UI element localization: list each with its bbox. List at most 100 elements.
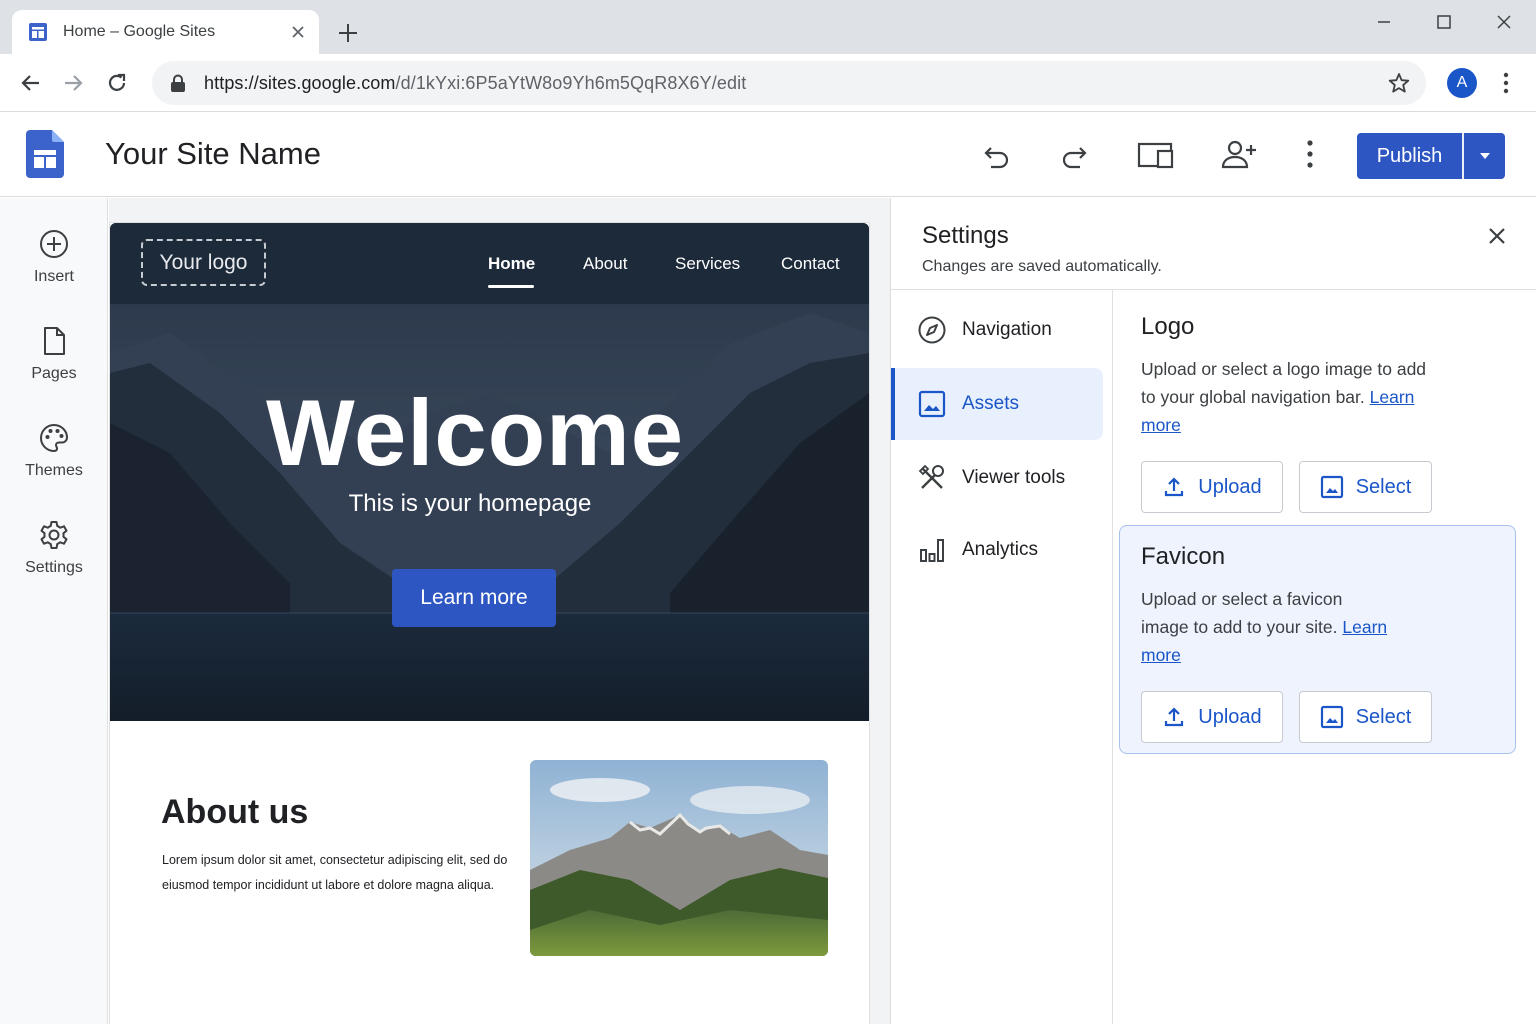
hero-learn-more-button[interactable]: Learn more: [392, 569, 556, 627]
browser-tab[interactable]: Home – Google Sites: [12, 10, 319, 54]
settings-panel: Settings Changes are saved automatically…: [890, 198, 1536, 1024]
logo-select-button[interactable]: Select: [1299, 461, 1432, 513]
undo-icon[interactable]: [978, 136, 1016, 174]
publish-button-group: Publish: [1357, 133, 1505, 179]
address-bar[interactable]: https://sites.google.com/d/1kYxi:6P5aYtW…: [152, 61, 1426, 105]
tools-icon: [918, 464, 944, 489]
browser-toolbar: https://sites.google.com/d/1kYxi:6P5aYtW…: [0, 54, 1536, 112]
rail-item-themes[interactable]: Themes: [0, 422, 108, 480]
logo-upload-label: Upload: [1198, 475, 1262, 498]
redo-icon[interactable]: [1055, 136, 1093, 174]
url-text: https://sites.google.com/d/1kYxi:6P5aYtW…: [204, 73, 746, 94]
mountain-landscape-illustration: [530, 760, 828, 956]
site-nav-services[interactable]: Services: [675, 254, 740, 274]
favicon-settings-section: Favicon Upload or select a favicon image…: [1141, 543, 1521, 743]
rail-label-settings: Settings: [25, 559, 83, 576]
site-page-preview: Your logo Home About Services Contact We…: [110, 223, 869, 1024]
gear-icon: [40, 521, 68, 549]
logo-placeholder[interactable]: Your logo: [141, 239, 266, 286]
favicon-desc-text: Upload or select a favicon image to add …: [1141, 589, 1343, 637]
rail-label-insert: Insert: [33, 268, 74, 285]
google-sites-favicon-icon: [29, 23, 47, 41]
logo-section-description: Upload or select a logo image to add to …: [1141, 355, 1441, 439]
logo-select-label: Select: [1355, 475, 1412, 498]
rail-label-pages: Pages: [31, 365, 77, 382]
rail-item-insert[interactable]: Insert: [0, 228, 108, 286]
bar-chart-icon: [920, 539, 944, 562]
settings-nav-label: Viewer tools: [962, 467, 1066, 488]
favicon-buttons: Upload Select: [1141, 691, 1521, 743]
close-icon[interactable]: [1485, 224, 1509, 248]
active-nav-indicator: [488, 285, 534, 288]
settings-nav-navigation[interactable]: Navigation: [891, 294, 1103, 366]
sites-app-header: Your Site Name Publish: [0, 112, 1536, 197]
settings-nav-analytics[interactable]: Analytics: [891, 514, 1103, 586]
publish-divider: [1462, 133, 1464, 179]
hero-subtitle[interactable]: This is your homepage: [110, 490, 830, 518]
site-nav-home[interactable]: Home: [488, 254, 535, 274]
window-close-icon[interactable]: [1490, 10, 1518, 34]
image-icon: [918, 390, 946, 418]
hero-title[interactable]: Welcome: [110, 379, 840, 487]
settings-nav-viewer-tools[interactable]: Viewer tools: [891, 442, 1103, 514]
upload-icon: [1165, 477, 1184, 497]
favicon-select-label: Select: [1355, 705, 1412, 728]
google-sites-logo-icon[interactable]: [26, 130, 64, 178]
settings-nav-label: Assets: [962, 393, 1020, 414]
browser-tab-strip: Home – Google Sites: [0, 0, 1536, 54]
image-icon: [1320, 705, 1343, 729]
forward-arrow-icon[interactable]: [60, 70, 86, 96]
favicon-section-title: Favicon: [1141, 543, 1226, 570]
favicon-upload-button[interactable]: Upload: [1141, 691, 1283, 743]
site-nav-contact[interactable]: Contact: [781, 254, 840, 274]
plus-circle-icon: [40, 230, 68, 258]
compass-icon: [918, 316, 946, 344]
publish-button[interactable]: Publish: [1357, 133, 1462, 179]
back-arrow-icon[interactable]: [18, 70, 44, 96]
about-mountain-image[interactable]: [530, 760, 828, 956]
lock-icon: [171, 74, 185, 92]
image-icon: [1320, 475, 1343, 499]
left-tool-rail: Insert Pages Themes Settings: [0, 198, 108, 1024]
settings-title: Settings: [922, 222, 1009, 249]
rail-label-themes: Themes: [25, 462, 83, 479]
settings-header: Settings Changes are saved automatically…: [891, 198, 1536, 290]
reload-icon[interactable]: [104, 70, 130, 96]
favicon-select-button[interactable]: Select: [1299, 691, 1432, 743]
logo-settings-section: Logo Upload or select a logo image to ad…: [1141, 313, 1521, 513]
editor-canvas: Your logo Home About Services Contact We…: [109, 198, 890, 1024]
upload-icon: [1165, 707, 1184, 727]
tab-close-icon[interactable]: [289, 23, 307, 41]
more-options-icon[interactable]: [1291, 136, 1329, 174]
maximize-icon[interactable]: [1430, 10, 1458, 34]
about-heading[interactable]: About us: [161, 793, 308, 832]
site-navigation-bar: Your logo Home About Services Contact: [110, 223, 869, 304]
share-add-person-icon[interactable]: [1220, 136, 1258, 174]
preview-devices-icon[interactable]: [1137, 136, 1175, 174]
logo-section-title: Logo: [1141, 313, 1195, 340]
bookmark-star-icon[interactable]: [1388, 72, 1410, 94]
settings-nav-assets[interactable]: Assets: [891, 368, 1103, 440]
site-nav-about[interactable]: About: [583, 254, 627, 274]
settings-nav-label: Navigation: [962, 319, 1052, 340]
favicon-upload-label: Upload: [1198, 705, 1262, 728]
settings-subtitle: Changes are saved automatically.: [922, 258, 1162, 275]
new-tab-icon[interactable]: [336, 21, 360, 45]
profile-avatar[interactable]: A: [1447, 68, 1477, 98]
site-name-title[interactable]: Your Site Name: [105, 136, 321, 172]
browser-tab-title: Home – Google Sites: [63, 23, 216, 40]
rail-item-settings[interactable]: Settings: [0, 519, 108, 577]
browser-menu-icon[interactable]: [1497, 70, 1515, 96]
palette-icon: [40, 423, 69, 453]
about-paragraph[interactable]: Lorem ipsum dolor sit amet, consectetur …: [162, 848, 512, 898]
hero-section[interactable]: Your logo Home About Services Contact We…: [110, 223, 869, 721]
url-path: /d/1kYxi:6P5aYtW8o9Yh6m5QqR8X6Y/edit: [395, 72, 747, 93]
minimize-icon[interactable]: [1370, 10, 1398, 34]
url-host: https://sites.google.com: [204, 72, 396, 93]
logo-upload-button[interactable]: Upload: [1141, 461, 1283, 513]
settings-nav: Navigation Assets Viewer tools Analytics: [891, 290, 1113, 1024]
publish-options-button[interactable]: [1464, 133, 1505, 179]
rail-item-pages[interactable]: Pages: [0, 325, 108, 383]
logo-buttons: Upload Select: [1141, 461, 1521, 513]
page-icon: [44, 327, 65, 355]
